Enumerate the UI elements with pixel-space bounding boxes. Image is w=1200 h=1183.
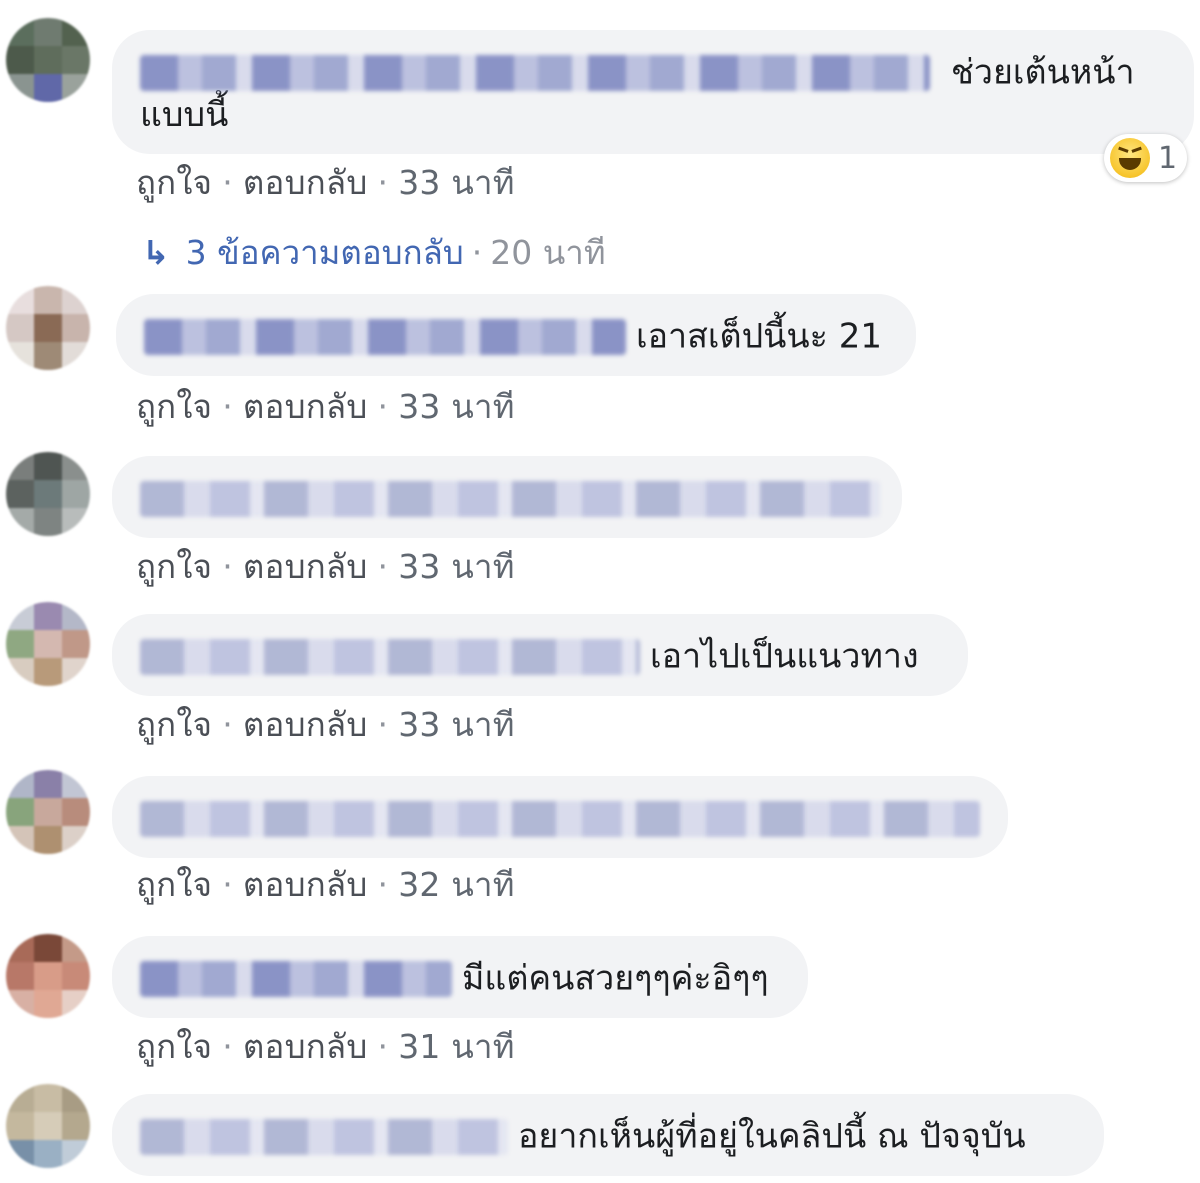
avatar[interactable] xyxy=(6,1084,90,1168)
timestamp[interactable]: 33 นาที xyxy=(398,387,515,426)
separator: · xyxy=(222,547,233,586)
timestamp[interactable]: 31 นาที xyxy=(398,1027,515,1066)
timestamp[interactable]: 33 นาที xyxy=(398,163,515,202)
avatar[interactable] xyxy=(6,286,90,370)
separator: · xyxy=(222,705,233,744)
separator: · xyxy=(222,1027,233,1066)
replies-time: 20 นาที xyxy=(490,233,606,272)
separator: · xyxy=(377,387,389,426)
comment-text: เอาสเต็ปนี้นะ 21 xyxy=(636,316,882,357)
avatar[interactable] xyxy=(6,770,90,854)
reply-link[interactable]: ตอบกลับ xyxy=(243,865,368,904)
like-link[interactable]: ถูกใจ xyxy=(136,1027,212,1066)
comment-bubble: ช่วยเต้นหน้า แบบนี้ xyxy=(112,30,1194,154)
like-link[interactable]: ถูกใจ xyxy=(136,547,212,586)
separator: · xyxy=(377,163,389,202)
comment-actions: ถูกใจ · ตอบกลับ · 32 นาที xyxy=(136,858,515,911)
comment-actions: ถูกใจ · ตอบกลับ · 33 นาที xyxy=(136,380,515,433)
comment-text: มีแต่คนสวยๆๆค่ะอิๆๆ xyxy=(462,958,769,999)
comment-text: เอาไปเป็นแนวทาง xyxy=(650,636,919,677)
author-name[interactable] xyxy=(140,1118,508,1155)
separator: · xyxy=(222,387,233,426)
avatar[interactable] xyxy=(6,18,90,102)
reply-link[interactable]: ตอบกลับ xyxy=(243,387,368,426)
comment-bubble: มีแต่คนสวยๆๆค่ะอิๆๆ xyxy=(112,936,808,1018)
reply-link[interactable]: ตอบกลับ xyxy=(243,547,368,586)
separator: · xyxy=(377,1027,389,1066)
author-name[interactable] xyxy=(140,638,640,675)
comment-actions: ถูกใจ · ตอบกลับ · 31 นาที xyxy=(136,1020,515,1073)
like-link[interactable]: ถูกใจ xyxy=(136,387,212,426)
separator: · xyxy=(222,865,233,904)
separator: · xyxy=(471,233,483,272)
comment-actions: ถูกใจ · ตอบกลับ · 33 นาที xyxy=(136,156,515,209)
separator: · xyxy=(377,865,389,904)
timestamp[interactable]: 33 นาที xyxy=(398,547,515,586)
comment-bubble xyxy=(112,776,1008,858)
author-name[interactable] xyxy=(140,800,980,837)
view-replies-link[interactable]: ↳ 3 ข้อความตอบกลับ · 20 นาที xyxy=(142,226,606,279)
comment-bubble xyxy=(112,456,902,538)
comment-bubble: เอาสเต็ปนี้นะ 21 xyxy=(116,294,916,376)
comment-bubble: เอาไปเป็นแนวทาง xyxy=(112,614,968,696)
reply-link[interactable]: ตอบกลับ xyxy=(243,163,368,202)
author-name[interactable] xyxy=(140,54,930,91)
avatar[interactable] xyxy=(6,602,90,686)
reaction-badge[interactable]: 1 xyxy=(1104,134,1188,182)
author-name[interactable] xyxy=(144,318,626,355)
separator: · xyxy=(377,547,389,586)
author-name[interactable] xyxy=(140,960,452,997)
separator: · xyxy=(377,705,389,744)
like-link[interactable]: ถูกใจ xyxy=(136,705,212,744)
reply-link[interactable]: ตอบกลับ xyxy=(243,1027,368,1066)
comment-actions: ถูกใจ · ตอบกลับ · 33 นาที xyxy=(136,540,515,593)
reply-arrow-icon: ↳ xyxy=(142,233,170,272)
avatar[interactable] xyxy=(6,452,90,536)
comment-text: อยากเห็นผู้ที่อยู่ในคลิปนี้ ณ ปัจจุบัน xyxy=(518,1116,1026,1157)
comment-text: แบบนี้ xyxy=(140,94,229,135)
timestamp[interactable]: 33 นาที xyxy=(398,705,515,744)
comment-actions: ถูกใจ · ตอบกลับ · 33 นาที xyxy=(136,698,515,751)
reply-link[interactable]: ตอบกลับ xyxy=(243,705,368,744)
reaction-count: 1 xyxy=(1158,140,1178,176)
avatar[interactable] xyxy=(6,934,90,1018)
separator: · xyxy=(222,163,233,202)
comment-text: ช่วยเต้นหน้า xyxy=(950,52,1135,93)
like-link[interactable]: ถูกใจ xyxy=(136,163,212,202)
timestamp[interactable]: 32 นาที xyxy=(398,865,515,904)
author-name[interactable] xyxy=(140,480,880,517)
haha-emoji-icon xyxy=(1110,138,1150,178)
replies-count[interactable]: 3 ข้อความตอบกลับ xyxy=(186,233,464,272)
like-link[interactable]: ถูกใจ xyxy=(136,865,212,904)
comment-bubble: อยากเห็นผู้ที่อยู่ในคลิปนี้ ณ ปัจจุบัน xyxy=(112,1094,1104,1176)
